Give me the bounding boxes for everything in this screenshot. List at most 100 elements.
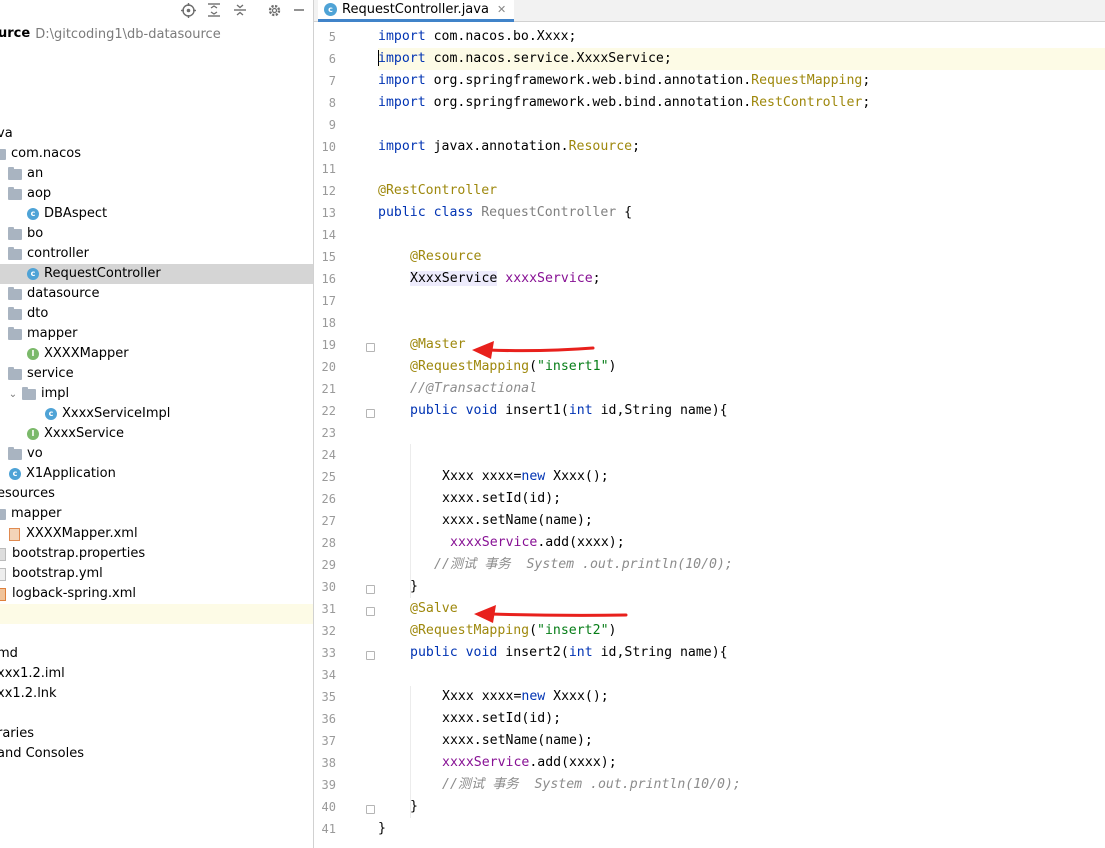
tree-item-iml[interactable]: xxx1.2.iml — [0, 664, 310, 684]
line-number: 40 — [321, 800, 336, 814]
tree-item-label: X1Application — [26, 466, 116, 481]
class-icon: c — [324, 3, 337, 16]
line-number: 21 — [321, 382, 336, 396]
locate-icon[interactable] — [178, 0, 198, 20]
tree-item-impl[interactable]: ⌄ impl — [0, 384, 313, 404]
code-line-5: import com.nacos.bo.Xxxx; — [378, 29, 577, 44]
line-number: 41 — [321, 822, 336, 836]
code-editor[interactable]: c RequestController.java ✕ 5 6 7 8 9 10 … — [314, 0, 1105, 848]
tree-item-aop[interactable]: aop — [0, 184, 313, 204]
tree-item-label: logback-spring.xml — [12, 586, 136, 601]
tree-item-label: mapper — [11, 506, 62, 521]
collapse-all-icon[interactable] — [230, 0, 250, 20]
tree-item-x1application[interactable]: c X1Application — [0, 464, 313, 484]
tree-item-label: md — [0, 646, 18, 661]
tree-item-com-nacos[interactable]: com.nacos — [0, 144, 313, 164]
properties-file-icon — [0, 547, 6, 561]
tree-item-bootstrap-properties[interactable]: bootstrap.properties — [0, 544, 313, 564]
tree-item-scratches-consoles[interactable]: and Consoles — [0, 744, 310, 764]
tree-item-md[interactable]: md — [0, 644, 310, 664]
line-number: 34 — [321, 668, 336, 682]
tree-item-xxxxserviceimpl[interactable]: c XxxxServiceImpl — [0, 404, 313, 424]
line-number: 23 — [321, 426, 336, 440]
fold-marker-icon[interactable] — [366, 409, 375, 418]
line-number: 38 — [321, 756, 336, 770]
line-number: 26 — [321, 492, 336, 506]
tree-item-dto[interactable]: dto — [0, 304, 313, 324]
tree-item-dbaspect[interactable]: c DBAspect — [0, 204, 313, 224]
line-number: 25 — [321, 470, 336, 484]
tree-item-xxxxservice[interactable]: I XxxxService — [0, 424, 313, 444]
tab-requestcontroller[interactable]: c RequestController.java ✕ — [318, 0, 515, 22]
tree-item-service[interactable]: service — [0, 364, 313, 384]
tree-item-label: aop — [27, 186, 52, 201]
line-number: 5 — [328, 30, 336, 44]
tree-item-logback-spring[interactable]: logback-spring.xml — [0, 584, 313, 604]
tree-item-xxxxmapper[interactable]: I XXXXMapper — [0, 344, 313, 364]
tree-item-vo[interactable]: vo — [0, 444, 313, 464]
project-toolbar — [0, 0, 313, 22]
tree-item-label: vo — [27, 446, 43, 461]
tree-item-an[interactable]: an — [0, 164, 313, 184]
chevron-down-icon[interactable]: ⌄ — [8, 389, 18, 400]
code-line-19: @Master — [410, 337, 466, 352]
project-root[interactable]: urce D:\gitcoding1\db-datasource — [0, 24, 311, 44]
tree-item-java[interactable]: va — [0, 124, 310, 144]
code-line-6: import com.nacos.service.XxxxService; — [378, 48, 1105, 70]
expand-all-icon[interactable] — [204, 0, 224, 20]
tree-item-label: XXXXMapper — [44, 346, 129, 361]
tree-item-controller[interactable]: controller — [0, 244, 313, 264]
fold-marker-icon[interactable] — [366, 651, 375, 660]
tree-item-label: raries — [0, 726, 35, 741]
class-icon: c — [27, 208, 39, 220]
code-line-7: import org.springframework.web.bind.anno… — [378, 73, 871, 88]
line-number: 16 — [321, 272, 336, 286]
folder-icon — [8, 306, 22, 320]
tree-item-datasource[interactable]: datasource — [0, 284, 313, 304]
code-line-15: @Resource — [410, 249, 482, 264]
tree-item-label: XxxxServiceImpl — [62, 406, 171, 421]
fold-marker-icon[interactable] — [366, 343, 375, 352]
tree-item-l[interactable]: l — [0, 704, 310, 724]
code-line-27: xxxx.setName(name); — [442, 513, 593, 528]
fold-marker-icon[interactable] — [366, 607, 375, 616]
gear-icon[interactable] — [264, 0, 284, 20]
tree-item-label: com.nacos — [11, 146, 81, 161]
interface-icon: I — [27, 348, 39, 360]
tree-item-mapper-resources[interactable]: mapper — [0, 504, 313, 524]
code-line-38: xxxxService.add(xxxx); — [442, 755, 617, 770]
line-number: 32 — [321, 624, 336, 638]
tree-item-xxxxmapper-xml[interactable]: XXXXMapper.xml — [0, 524, 313, 544]
tree-item-label: XXXXMapper.xml — [26, 526, 138, 541]
line-number: 37 — [321, 734, 336, 748]
tab-title: RequestController.java — [342, 2, 489, 17]
folder-icon — [8, 186, 22, 200]
tree-item-requestcontroller[interactable]: c RequestController — [0, 264, 313, 284]
tree-item-bo[interactable]: bo — [0, 224, 313, 244]
code-line-21: //@Transactional — [410, 381, 538, 396]
code-line-28: xxxxService.add(xxxx); — [450, 535, 625, 550]
code-line-26: xxxx.setId(id); — [442, 491, 562, 506]
line-number: 31 — [321, 602, 336, 616]
fold-marker-icon[interactable] — [366, 585, 375, 594]
minimize-icon[interactable] — [289, 0, 309, 20]
close-icon[interactable]: ✕ — [497, 3, 506, 16]
tree-item-label: bootstrap.properties — [12, 546, 146, 561]
line-number: 24 — [321, 448, 336, 462]
line-number: 28 — [321, 536, 336, 550]
folder-icon — [8, 286, 22, 300]
line-number: 10 — [321, 140, 336, 154]
line-number: 39 — [321, 778, 336, 792]
line-number-gutter: 5 6 7 8 9 10 11 12 13 14 15 16 17 18 19 … — [314, 26, 375, 848]
tree-item-libraries[interactable]: raries — [0, 724, 310, 744]
tree-item-resources[interactable]: esources — [0, 484, 310, 504]
tree-item-mapper[interactable]: mapper — [0, 324, 313, 344]
tree-item-lnk[interactable]: xx1.2.lnk — [0, 684, 310, 704]
fold-marker-icon[interactable] — [366, 805, 375, 814]
tree-item-bootstrap-yml[interactable]: bootstrap.yml — [0, 564, 313, 584]
folder-icon — [8, 226, 22, 240]
folder-icon — [0, 148, 6, 160]
code-line-22: public void insert1(int id,String name){ — [410, 403, 728, 418]
code-line-8: import org.springframework.web.bind.anno… — [378, 95, 871, 110]
line-number: 7 — [328, 74, 336, 88]
